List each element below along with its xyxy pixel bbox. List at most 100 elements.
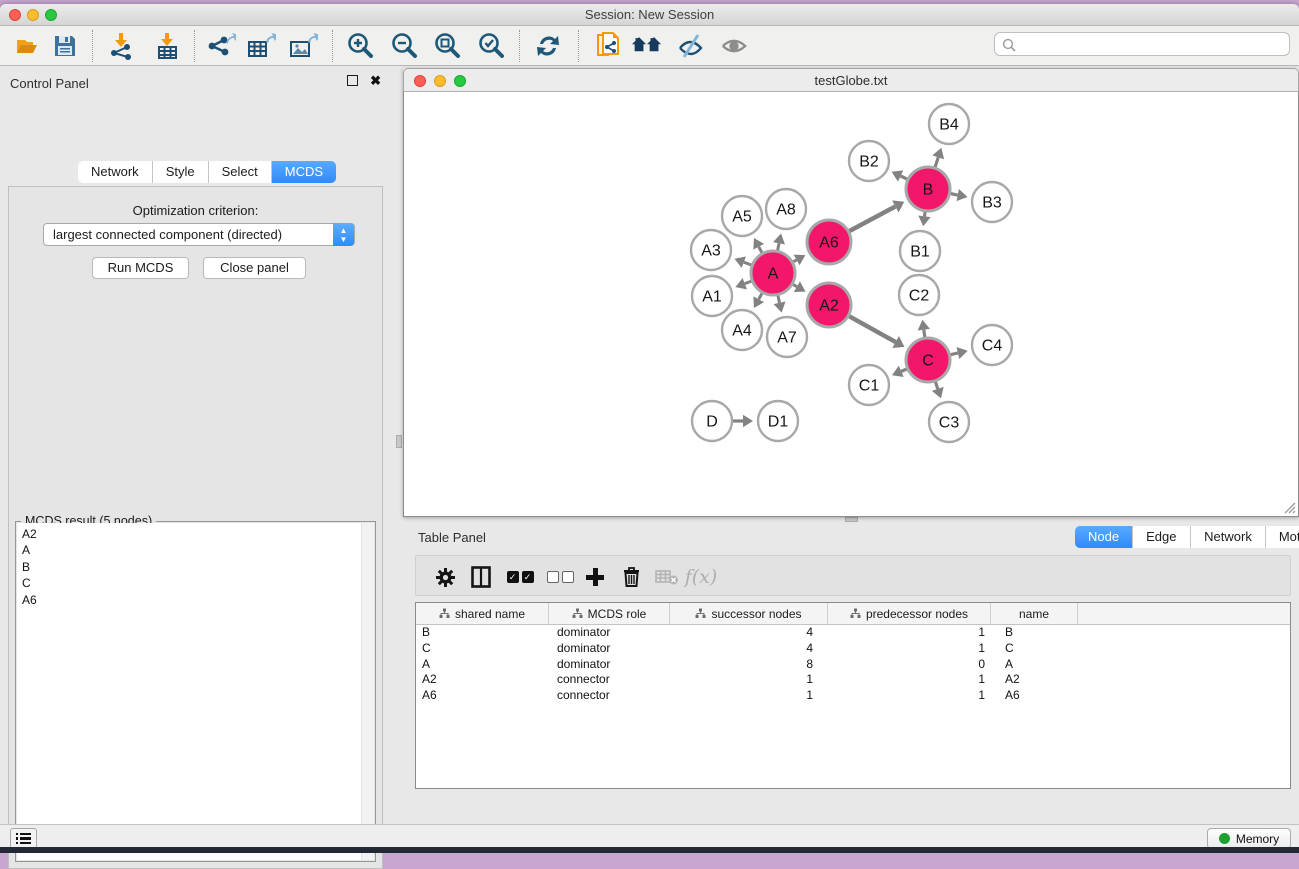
column-header[interactable]: shared name: [416, 603, 549, 624]
zoom-out-icon[interactable]: [389, 31, 419, 61]
table-row[interactable]: Bdominator41B: [416, 625, 1290, 641]
mcds-result-item[interactable]: A2: [17, 523, 361, 542]
column-header[interactable]: successor nodes: [670, 603, 828, 624]
export-network-icon[interactable]: [206, 31, 236, 61]
graph-node-A[interactable]: A: [751, 251, 795, 295]
graph-edge[interactable]: [778, 295, 780, 302]
float-panel-icon[interactable]: [347, 75, 358, 86]
graph-node-A4[interactable]: A4: [722, 310, 762, 350]
graph-node-B3[interactable]: B3: [972, 182, 1012, 222]
graph-node-B1[interactable]: B1: [900, 231, 940, 271]
home-icon[interactable]: [632, 31, 662, 61]
graph-node-A7[interactable]: A7: [767, 317, 807, 357]
table-row[interactable]: A2connector11A2: [416, 672, 1290, 688]
export-table-icon[interactable]: [246, 31, 276, 61]
new-network-from-file-icon[interactable]: [594, 31, 624, 61]
graph-edge[interactable]: [935, 382, 937, 389]
tab-style[interactable]: Style: [153, 161, 209, 183]
graph-node-D[interactable]: D: [692, 401, 732, 441]
graph-edge[interactable]: [745, 281, 752, 284]
graph-edge[interactable]: [793, 284, 797, 286]
graph-node-A6[interactable]: A6: [807, 220, 851, 264]
open-session-icon[interactable]: [12, 31, 42, 61]
graph-node-A1[interactable]: A1: [692, 276, 732, 316]
tab-select[interactable]: Select: [209, 161, 272, 183]
table-settings-icon[interactable]: [432, 564, 458, 590]
graph-node-B2[interactable]: B2: [849, 141, 889, 181]
run-mcds-button[interactable]: Run MCDS: [92, 257, 189, 279]
select-all-icon[interactable]: ✓✓: [507, 564, 533, 590]
mcds-result-scrollbar[interactable]: [361, 523, 374, 860]
tab-network-table[interactable]: Network Table: [1191, 526, 1266, 548]
close-traffic-light[interactable]: [414, 75, 426, 87]
graph-node-A2[interactable]: A2: [807, 283, 851, 327]
mcds-result-item[interactable]: A: [17, 542, 361, 558]
graph-edge[interactable]: [935, 157, 938, 167]
zoom-in-icon[interactable]: [345, 31, 375, 61]
graph-edge[interactable]: [849, 316, 896, 342]
graph-edge[interactable]: [950, 353, 958, 355]
split-divider-handle[interactable]: [396, 435, 402, 448]
graph-edge[interactable]: [793, 260, 797, 262]
mcds-result-item[interactable]: A6: [17, 592, 361, 608]
resize-grip-icon[interactable]: [1283, 501, 1296, 514]
close-panel-icon[interactable]: ✖: [370, 75, 381, 86]
table-row[interactable]: A6connector11A6: [416, 688, 1290, 704]
graph-edge[interactable]: [901, 369, 907, 371]
import-table-icon[interactable]: [152, 31, 182, 61]
search-input[interactable]: [994, 32, 1290, 56]
graph-node-A3[interactable]: A3: [691, 230, 731, 270]
graph-node-A8[interactable]: A8: [766, 189, 806, 229]
tab-motifs[interactable]: Motifs: [1266, 526, 1299, 548]
graph-node-A5[interactable]: A5: [722, 196, 762, 236]
graph-node-D1[interactable]: D1: [758, 401, 798, 441]
mcds-result-list[interactable]: A2ABCA6: [17, 523, 361, 860]
close-traffic-light[interactable]: [9, 9, 21, 21]
node-table[interactable]: shared nameMCDS rolesuccessor nodesprede…: [415, 602, 1291, 789]
export-image-icon[interactable]: [288, 31, 318, 61]
graph-node-B[interactable]: B: [906, 167, 950, 211]
zoom-fit-icon[interactable]: [432, 31, 462, 61]
tab-mcds[interactable]: MCDS: [272, 161, 336, 183]
column-header[interactable]: MCDS role: [549, 603, 670, 624]
save-session-icon[interactable]: [50, 31, 80, 61]
tab-node-table[interactable]: Node Table: [1075, 526, 1133, 548]
graph-edge[interactable]: [951, 194, 958, 195]
graph-edge[interactable]: [759, 293, 762, 299]
minimize-traffic-light[interactable]: [27, 9, 39, 21]
column-header[interactable]: name: [991, 603, 1078, 624]
graph-node-C1[interactable]: C1: [849, 365, 889, 405]
import-network-icon[interactable]: [106, 31, 136, 61]
minimize-traffic-light[interactable]: [434, 75, 446, 87]
refresh-icon[interactable]: [533, 31, 563, 61]
graph-edge[interactable]: [924, 212, 925, 216]
graph-edge[interactable]: [759, 247, 762, 253]
zoom-traffic-light[interactable]: [45, 9, 57, 21]
column-chooser-icon[interactable]: [468, 564, 494, 590]
graph-edge[interactable]: [778, 243, 779, 250]
task-history-button[interactable]: [10, 828, 37, 849]
memory-button[interactable]: Memory: [1207, 828, 1291, 849]
hide-graphics-details-icon[interactable]: [676, 31, 706, 61]
graph-edge[interactable]: [744, 262, 752, 265]
graph-node-C2[interactable]: C2: [899, 275, 939, 315]
add-column-icon[interactable]: [582, 564, 608, 590]
tab-network[interactable]: Network: [78, 161, 153, 183]
criterion-dropdown[interactable]: largest connected component (directed) ▲…: [43, 223, 355, 246]
close-panel-button[interactable]: Close panel: [203, 257, 306, 279]
graph-node-B4[interactable]: B4: [929, 104, 969, 144]
zoom-traffic-light[interactable]: [454, 75, 466, 87]
show-graphics-details-icon[interactable]: [719, 31, 749, 61]
tab-edge-table[interactable]: Edge Table: [1133, 526, 1191, 548]
graph-node-C[interactable]: C: [906, 338, 950, 382]
mcds-result-item[interactable]: B: [17, 559, 361, 575]
graph-node-C4[interactable]: C4: [972, 325, 1012, 365]
table-row[interactable]: Adominator80A: [416, 657, 1290, 673]
mcds-result-item[interactable]: C: [17, 575, 361, 591]
graph-edge[interactable]: [849, 206, 895, 231]
deselect-all-icon[interactable]: [547, 564, 573, 590]
table-row[interactable]: Cdominator41C: [416, 641, 1290, 657]
delete-column-icon[interactable]: [618, 564, 644, 590]
column-header[interactable]: predecessor nodes: [828, 603, 991, 624]
network-canvas[interactable]: B4B2BB3A8A5A6A3B1AA1C2A2A4A7C4CC1DD1C3: [403, 92, 1299, 517]
